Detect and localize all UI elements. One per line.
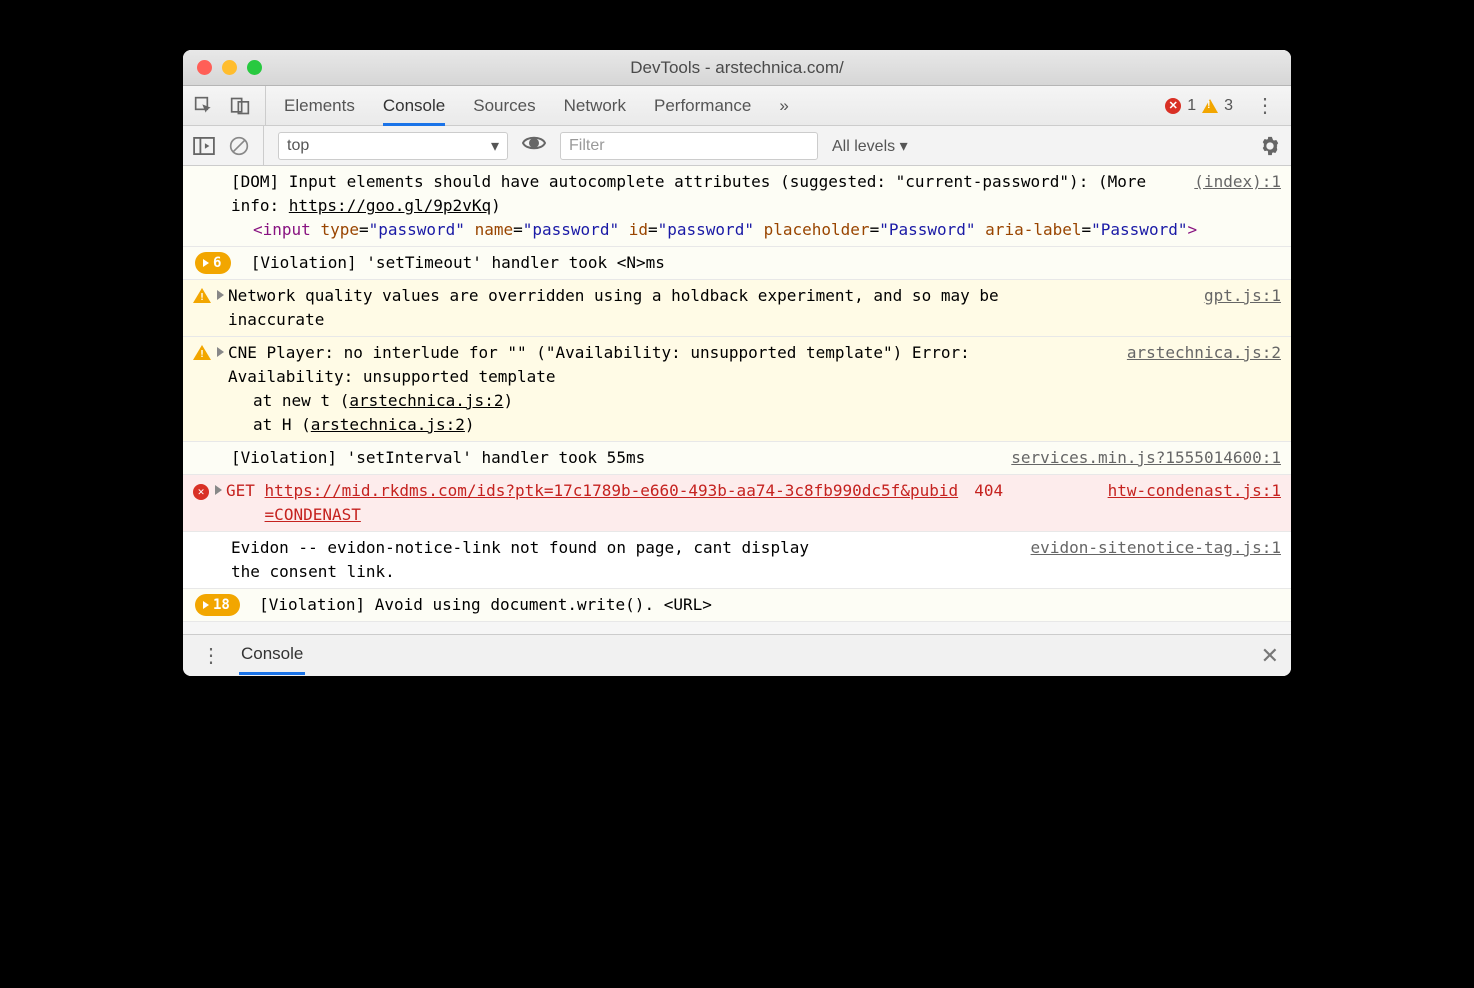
message-source-link[interactable]: evidon-sitenotice-tag.js:1 xyxy=(1031,536,1281,560)
tab-sources[interactable]: Sources xyxy=(473,96,535,116)
warning-icon xyxy=(193,288,211,303)
panel-tabbar: Elements Console Sources Network Perform… xyxy=(183,86,1291,126)
stack-link[interactable]: arstechnica.js:2 xyxy=(349,391,503,410)
live-expression-icon[interactable] xyxy=(522,134,546,157)
context-selector[interactable]: top ▾ xyxy=(278,132,508,160)
expand-arrow-icon[interactable] xyxy=(215,485,222,495)
message-source-link[interactable]: htw-condenast.js:1 xyxy=(1108,479,1281,503)
clear-console-icon[interactable] xyxy=(229,136,249,156)
close-drawer-icon[interactable]: ✕ xyxy=(1261,643,1279,669)
window-title: DevTools - arstechnica.com/ xyxy=(183,58,1291,78)
expand-arrow-icon[interactable] xyxy=(217,347,224,357)
log-message: 18 [Violation] Avoid using document.writ… xyxy=(183,589,1291,622)
tab-network[interactable]: Network xyxy=(564,96,626,116)
devtools-window: DevTools - arstechnica.com/ Elements Con… xyxy=(183,50,1291,676)
error-icon: ✕ xyxy=(193,484,209,500)
tab-overflow[interactable]: » xyxy=(779,96,788,116)
more-menu-icon[interactable]: ⋮ xyxy=(1249,93,1281,118)
tab-console[interactable]: Console xyxy=(383,96,445,126)
warning-message: gpt.js:1 Network quality values are over… xyxy=(183,280,1291,337)
drawer: ⋮ Console ✕ xyxy=(183,634,1291,676)
tab-performance[interactable]: Performance xyxy=(654,96,751,116)
filter-input[interactable]: Filter xyxy=(560,132,818,160)
message-source-link[interactable]: arstechnica.js:2 xyxy=(1127,341,1281,365)
expand-group-badge[interactable]: 6 xyxy=(195,252,231,274)
console-messages: (index):1 [DOM] Input elements should ha… xyxy=(183,166,1291,622)
log-message: services.min.js?1555014600:1 [Violation]… xyxy=(183,442,1291,475)
filter-placeholder: Filter xyxy=(569,137,605,155)
console-toolbar: top ▾ Filter All levels ▾ xyxy=(183,126,1291,166)
expand-arrow-icon[interactable] xyxy=(217,290,224,300)
info-link[interactable]: https://goo.gl/9p2vKq xyxy=(289,196,491,215)
warning-message: arstechnica.js:2 CNE Player: no interlud… xyxy=(183,337,1291,442)
show-sidebar-icon[interactable] xyxy=(193,137,215,155)
settings-icon[interactable] xyxy=(1259,135,1281,157)
warning-icon xyxy=(193,345,211,360)
log-message: evidon-sitenotice-tag.js:1 Evidon -- evi… xyxy=(183,532,1291,589)
chevron-down-icon: ▾ xyxy=(491,136,499,156)
device-toolbar-icon[interactable] xyxy=(229,96,251,116)
titlebar: DevTools - arstechnica.com/ xyxy=(183,50,1291,86)
expand-group-badge[interactable]: 18 xyxy=(195,594,240,616)
error-message: htw-condenast.js:1 ✕GET https://mid.rkdm… xyxy=(183,475,1291,532)
warning-count: 3 xyxy=(1224,97,1233,115)
log-message: (index):1 [DOM] Input elements should ha… xyxy=(183,166,1291,247)
message-source-link[interactable]: gpt.js:1 xyxy=(1204,284,1281,308)
log-message: 6 [Violation] 'setTimeout' handler took … xyxy=(183,247,1291,280)
message-source-link[interactable]: (index):1 xyxy=(1194,170,1281,194)
context-selector-value: top xyxy=(287,137,309,155)
drawer-tab-console[interactable]: Console xyxy=(239,636,305,675)
error-count-icon[interactable]: ✕ xyxy=(1165,98,1181,114)
log-levels-selector[interactable]: All levels ▾ xyxy=(832,136,908,156)
request-url-link[interactable]: https://mid.rkdms.com/ids?ptk=17c1789b-e… xyxy=(265,479,965,527)
stack-link[interactable]: arstechnica.js:2 xyxy=(311,415,465,434)
drawer-menu-icon[interactable]: ⋮ xyxy=(195,643,227,668)
warning-count-icon[interactable] xyxy=(1202,99,1218,113)
inspect-element-icon[interactable] xyxy=(193,96,215,116)
tab-elements[interactable]: Elements xyxy=(284,96,355,116)
error-count: 1 xyxy=(1187,97,1196,115)
message-source-link[interactable]: services.min.js?1555014600:1 xyxy=(1011,446,1281,470)
